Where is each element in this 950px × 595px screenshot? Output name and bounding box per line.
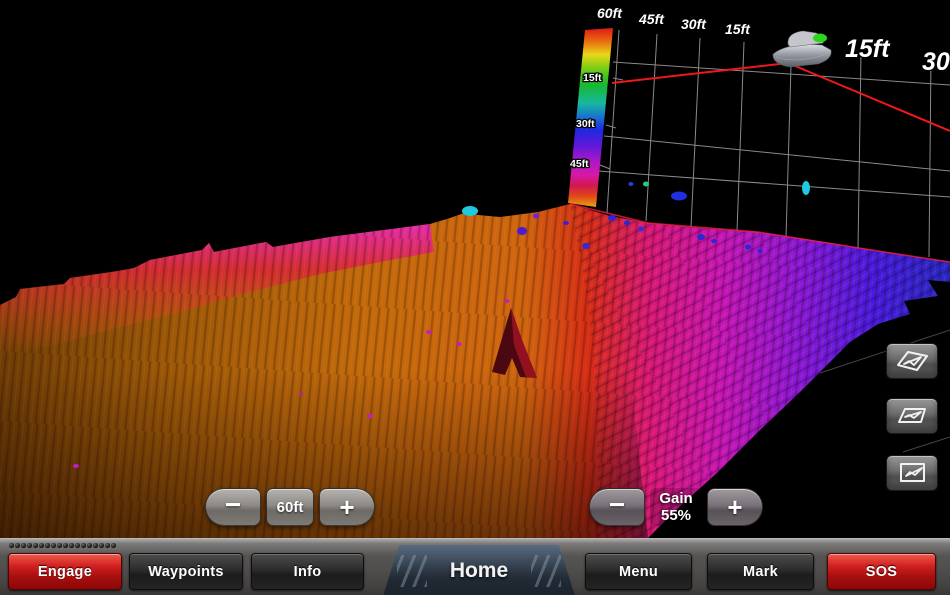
gain-decrease-button[interactable]: − bbox=[589, 488, 645, 526]
view-overhead-button[interactable] bbox=[886, 455, 938, 491]
chartplotter-screen: 60ft 45ft 30ft 15ft 15ft 30ft 15ft 30ft … bbox=[0, 0, 950, 595]
gain-increase-button[interactable]: + bbox=[707, 488, 763, 526]
info-button[interactable]: Info bbox=[251, 553, 364, 590]
home-tab-stripes-left bbox=[397, 555, 427, 587]
range-decrease-button[interactable]: − bbox=[205, 488, 261, 526]
view-overhead-icon bbox=[894, 461, 930, 485]
menu-button[interactable]: Menu bbox=[585, 553, 692, 590]
home-tab-stripes-right bbox=[531, 555, 561, 587]
range-increase-button[interactable]: + bbox=[319, 488, 375, 526]
colorbar-label-45ft: 45ft bbox=[570, 158, 589, 170]
beam-depth-label-30ft: 30ft bbox=[922, 48, 950, 76]
gain-readout: Gain 55% bbox=[650, 488, 702, 526]
range-value-button[interactable]: 60ft bbox=[266, 488, 314, 526]
sos-button[interactable]: SOS bbox=[827, 553, 936, 590]
seafloor-surface bbox=[0, 204, 950, 538]
beam-depth-label-15ft: 15ft bbox=[845, 35, 891, 63]
view-angled-button[interactable] bbox=[886, 398, 938, 434]
range-control: − 60ft + bbox=[205, 488, 375, 526]
view-perspective-button[interactable] bbox=[886, 343, 938, 379]
gain-title: Gain bbox=[659, 490, 692, 507]
view-perspective-icon bbox=[894, 349, 930, 373]
colorbar-label-30ft: 30ft bbox=[576, 118, 595, 130]
colorbar-label-15ft: 15ft bbox=[583, 72, 602, 84]
gain-value: 55% bbox=[661, 507, 691, 524]
sonar-3d-view[interactable]: 60ft 45ft 30ft 15ft 15ft 30ft 15ft 30ft … bbox=[0, 0, 950, 538]
range-label-15ft: 15ft bbox=[725, 21, 751, 37]
speaker-grille bbox=[9, 543, 116, 548]
home-button-label: Home bbox=[450, 559, 508, 583]
waypoints-button[interactable]: Waypoints bbox=[129, 553, 243, 590]
engage-button[interactable]: Engage bbox=[8, 553, 122, 590]
range-label-60ft: 60ft bbox=[597, 5, 623, 21]
range-label-45ft: 45ft bbox=[638, 11, 665, 27]
bottom-toolbar: Engage Waypoints Info Home Menu Mark SOS bbox=[0, 538, 950, 595]
home-button[interactable]: Home bbox=[383, 545, 575, 595]
gain-control: − Gain 55% + bbox=[589, 488, 763, 526]
view-angled-icon bbox=[894, 404, 930, 428]
mark-button[interactable]: Mark bbox=[707, 553, 814, 590]
range-label-30ft: 30ft bbox=[681, 16, 707, 32]
vessel-icon bbox=[773, 31, 831, 67]
